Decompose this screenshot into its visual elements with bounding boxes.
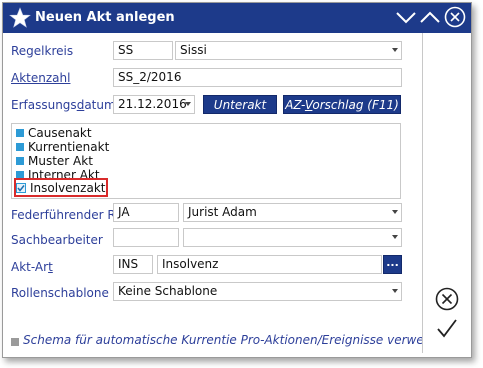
regelkreis-select[interactable]: Sissi [175, 41, 402, 60]
erfassungsdatum-label-pre: Erfassungs [11, 98, 77, 112]
rollenschablone-select-value: Keine Schablone [118, 284, 218, 298]
list-item-label: Muster Akt [28, 154, 93, 168]
insolvenzakt-checkbox[interactable] [16, 183, 26, 193]
akt-art-label-pre: Akt-Ar [11, 260, 49, 274]
chevron-down-icon [396, 12, 416, 24]
aktenzahl-label-text: Aktenzahl [11, 71, 71, 85]
az-vorschlag-button[interactable]: AZ-Vorschlag (F11) [283, 95, 401, 114]
expand-button[interactable] [419, 6, 441, 28]
list-bullet-icon [16, 143, 24, 151]
list-item-label: Causenakt [28, 126, 92, 140]
new-file-dialog: Neuen Akt anlegen Regelkreis SS Sissi Ak… [2, 2, 472, 358]
list-item-causenakt[interactable]: Causenakt [16, 127, 92, 140]
list-item-label: Insolvenzakt [30, 181, 106, 195]
confirm-check-icon[interactable] [436, 318, 458, 338]
akt-art-code-input[interactable]: INS [113, 255, 153, 274]
rollenschablone-select[interactable]: Keine Schablone [113, 282, 402, 301]
akt-art-label-accel: t [48, 260, 53, 274]
federfuehrender-select[interactable]: Jurist Adam [183, 203, 402, 222]
cancel-icon[interactable] [435, 287, 459, 311]
sachbearbeiter-code-input[interactable] [113, 228, 179, 247]
akt-art-label: Akt-Art [11, 260, 53, 274]
aktenzahl-label: Aktenzahl [11, 71, 70, 85]
dropdown-arrow-icon [392, 289, 398, 293]
schema-checkbox[interactable] [11, 338, 19, 346]
federfuehrender-label: Federführender RA [11, 208, 124, 222]
action-panel [422, 33, 471, 353]
list-bullet-icon [16, 129, 24, 137]
regelkreis-label: Regelkreis [11, 44, 74, 58]
akt-art-lookup-button[interactable]: ... [383, 255, 402, 274]
collapse-button[interactable] [395, 6, 417, 28]
erfassungsdatum-value: 21.12.2016 [118, 97, 187, 111]
erfassungsdatum-picker[interactable]: 21.12.2016 [113, 95, 195, 114]
list-item-muster-akt[interactable]: Muster Akt [16, 155, 93, 168]
window-title: Neuen Akt anlegen [35, 10, 175, 25]
akt-type-list[interactable]: Causenakt Kurrentienakt Muster Akt Inter… [11, 123, 401, 199]
title-bar[interactable]: Neuen Akt anlegen [3, 3, 471, 33]
federfuehrender-code-input[interactable]: JA [113, 203, 179, 222]
list-item-label: Kurrentienakt [28, 140, 110, 154]
sachbearbeiter-label: Sachbearbeiter [11, 233, 103, 247]
erfassungsdatum-label: Erfassungsdatum [11, 98, 116, 112]
regelkreis-code-input[interactable]: SS [113, 41, 173, 60]
close-circle-icon [444, 6, 466, 28]
list-item-kurrentienakt[interactable]: Kurrentienakt [16, 141, 109, 154]
checkmark-icon [17, 185, 25, 192]
dropdown-arrow-icon [392, 48, 398, 52]
dropdown-arrow-icon [392, 235, 398, 239]
star-icon [9, 7, 31, 28]
aktenzahl-input[interactable]: SS_2/2016 [113, 68, 402, 87]
list-item-insolvenzakt[interactable]: Insolvenzakt [16, 182, 105, 195]
az-vorschlag-post: orschlag (F11) [312, 98, 399, 112]
akt-art-name-input[interactable]: Insolvenz [157, 255, 382, 274]
dropdown-arrow-icon [185, 102, 191, 106]
chevron-up-icon [420, 11, 440, 23]
regelkreis-select-value: Sissi [180, 43, 207, 57]
dropdown-arrow-icon [392, 210, 398, 214]
close-window-button[interactable] [444, 6, 466, 28]
erfassungsdatum-label-post: atum [84, 98, 116, 112]
az-vorschlag-pre: AZ- [285, 98, 305, 112]
sachbearbeiter-select[interactable] [183, 228, 402, 247]
unterakt-button[interactable]: Unterakt [203, 95, 277, 114]
list-bullet-icon [16, 157, 24, 165]
rollenschablone-label: Rollenschablone [11, 286, 109, 300]
schema-option-label[interactable]: Schema für automatische Kurrentie Pro-Ak… [23, 333, 454, 347]
federfuehrender-select-value: Jurist Adam [188, 205, 257, 219]
